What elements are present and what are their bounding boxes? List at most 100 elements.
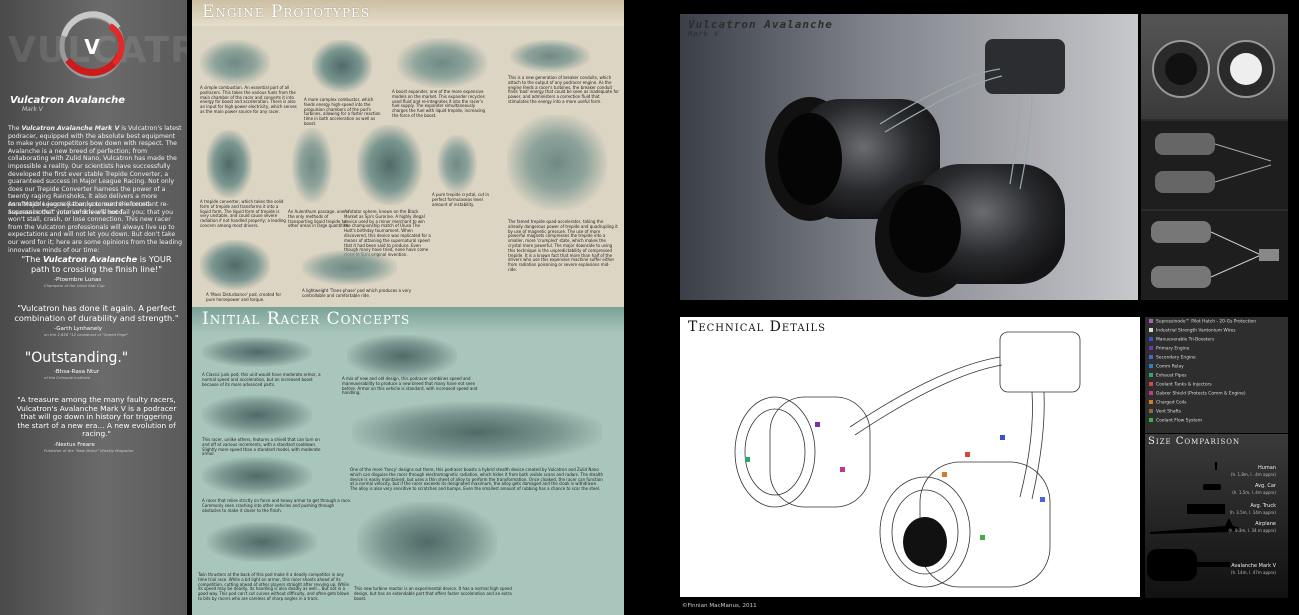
engine-sketch [292,128,332,203]
engine-intake-shadow [903,517,947,567]
quote-credential: on the 2,658 "12 broadcast of "Speed Pag… [44,332,129,337]
engine-caption: This is a new generation of breaker cond… [508,75,619,104]
quote-block: "Outstanding." -Bhsa-Rasa Ntur of the Cr… [14,350,179,380]
thumbnail-side-view [1141,121,1288,209]
engine-sketch [507,115,607,210]
size-item: Avg. Car (h. 1.5m, l. 4m apprx) [1232,483,1276,495]
legend-item: Coolant Tanks & Injectors [1149,382,1212,388]
legend-item: Industrial Strength Vantonium Wires [1149,328,1236,334]
quote-block: "A treasure among the many faulty racers… [14,395,179,453]
legend-item: Secondary Engine [1149,355,1196,361]
engine-sketch [437,135,477,193]
racer-sketch [202,337,312,367]
intro-lead: The [8,125,20,132]
engine-sketch [510,40,590,72]
legend-swatch [1149,328,1153,332]
size-item: Avg. Truck (h. 3.5m, l. 14m apprx) [1229,503,1276,515]
legend-item: Comm Relay [1149,364,1184,370]
legend-swatch [1149,400,1153,404]
legend-item: Manueverable Tri-Boosters [1149,337,1214,343]
quote-text: "Vulcatron has done it again. A perfect … [14,303,179,323]
quote-block: "The Vulcatron Avalanche is YOUR path to… [14,254,179,288]
airplane-silhouette [1150,518,1240,534]
racer-caption: A racer that relies strictly on force an… [202,498,352,513]
thumbnail-front-view [1141,14,1288,119]
legend-swatch [1149,355,1153,359]
legend-swatch [1149,337,1153,341]
render-thumbnails [1141,14,1288,300]
engine-caption: A simple combustion. An essential part o… [200,85,297,114]
engine-caption: A boost expander, one of the more expens… [392,89,486,118]
racer-sketch [347,335,457,377]
engine-caption: A lightweight 'Trans-phase' pod which pr… [302,288,412,298]
legend-swatch [1149,391,1153,395]
racer-sketch [352,402,602,462]
avalanche-silhouette [1147,549,1197,581]
quote-text: "Outstanding." [24,350,129,366]
engine-caption: The famed trepide quad-accelerator, taki… [508,219,618,272]
racer-caption: A Classic junk pod, this unit would have… [202,372,321,387]
engine-caption: A 'Mass Disturbance' pod, created for pu… [206,292,282,302]
engine-sketch [206,130,252,198]
technical-line-drawing [734,331,1081,588]
render-panel: Vulcatron Avalanche Mark V [680,14,1138,300]
legend-swatch [1149,364,1153,368]
copyright-credit: ©Finnian MacManus, 2011 [682,603,757,609]
legend-item: Charged Coils [1149,400,1186,406]
size-comparison-panel: Size Comparison Human (h. 1.8m, l. .4m ap… [1145,434,1288,598]
engine-sketch [200,40,270,85]
product-title: Vulcatron Avalanche [10,95,125,106]
legend-swatch [1149,382,1153,386]
racer-caption: One of the more 'fancy' designs out ther… [350,467,603,492]
car-silhouette [1203,484,1221,490]
thumbnail-top-view [1141,211,1288,300]
svg-text:V: V [84,35,100,59]
product-sidebar: VULCATRON V Vulcatron Avalanche Mark V T… [0,0,187,615]
legend-swatch [1149,373,1153,377]
racer-caption: Twin thrusters at the back of this pod m… [198,572,350,601]
engine-prototypes-sheet: Engine Prototypes A simple combustion. A… [192,0,624,307]
legend-item: Vent Shafts [1149,409,1181,415]
legend-swatch [1149,346,1153,350]
legend-item: Primary Engine [1149,346,1189,352]
racer-paragraph: As a Major League Racer, you need the co… [8,201,183,254]
vulcatron-logo: V [59,11,125,79]
engine-sketch [357,125,422,205]
legend-item: Exhaust Pipes [1149,373,1187,379]
legend-swatch [1149,409,1153,413]
racer-caption: A mix of new and old design, this podrac… [342,376,478,396]
engine-sketch [200,240,270,290]
racer-caption: This racer, unlike others, features a sh… [202,437,321,457]
engine-prototypes-heading: Engine Prototypes [192,0,624,26]
intro-product-name: Vulcatron Avalanche Mark V [21,125,120,132]
racer-sketch [357,502,497,582]
legend-item: Supressinode™ Pilot Hatch - 20-Gs Protec… [1149,319,1256,325]
engine-sketch [302,250,397,285]
engine-caption: A trepide converter, which takes the sol… [200,199,286,228]
racer-caption: This new turbine reactor is an experimen… [354,586,512,601]
engine-caption: A more complex combustor, which feeds en… [304,97,381,126]
quote-text: "The Vulcatron Avalanche is YOUR path to… [21,254,172,274]
podracer-render [765,39,1065,297]
truck-silhouette [1187,504,1225,514]
engine-caption: A pure trepide crystal, cut in perfect f… [432,192,490,207]
legend-item: Coolant Flow System [1149,418,1202,424]
quote-credential: of the Crimsole Institute [44,375,90,380]
size-item: Avalanche Mark V (h. 14m, l. 47m apprx) [1230,563,1276,575]
product-subtitle: Mark V [22,106,43,113]
racer-sketch [207,522,317,562]
quote-credential: Champion of the Vlesil Star Cup [44,283,105,288]
legend-item: Gabrer Shield (Protects Comm & Engine) [1149,391,1246,397]
engine-sketch [397,38,487,88]
human-silhouette [1215,462,1217,470]
technical-legend: Supressinode™ Pilot Hatch - 20-Gs Protec… [1145,317,1288,433]
pod-cockpit [985,39,1065,94]
legend-swatch [1149,319,1153,323]
quote-text: "A treasure among the many faulty racers… [16,395,177,439]
racer-concepts-sheet: Initial Racer Concepts A Classic junk po… [192,307,624,615]
racer-concepts-heading: Initial Racer Concepts [192,307,624,333]
size-item: Airplane (h. 9.3m, l. 34 m apprx) [1228,521,1276,533]
quote-block: "Vulcatron has done it again. A perfect … [14,303,179,337]
quote-credential: Publisher of the "New Motor" Weekly Maga… [44,447,134,453]
racer-sketch [202,457,312,495]
